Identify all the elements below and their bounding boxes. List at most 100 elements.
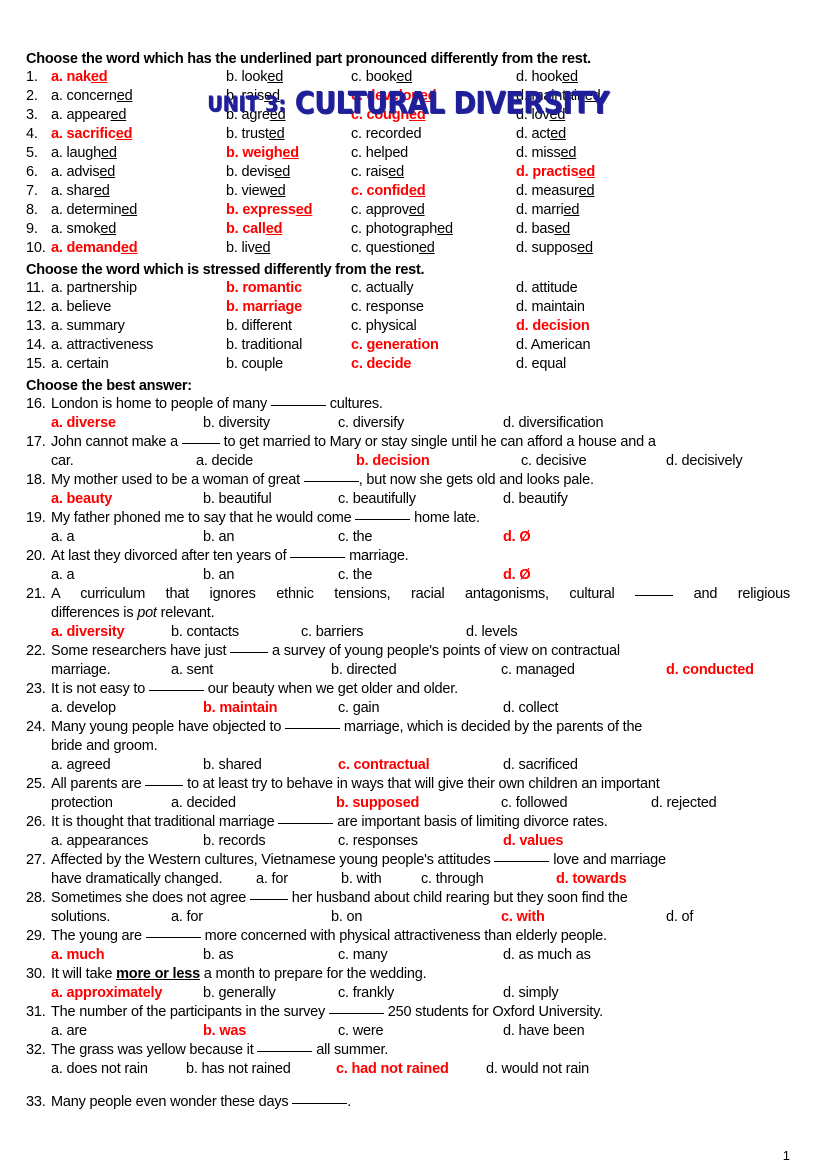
answer-blank[interactable] [494,851,550,862]
option-d[interactable]: d. missed [516,144,790,163]
option-a[interactable]: a. beauty [51,490,203,509]
option-c[interactable]: c. diversify [338,414,503,433]
answer-blank[interactable] [635,585,674,596]
option-b[interactable]: b. viewed [226,182,351,201]
option-d[interactable]: d. rejected [651,794,717,813]
option-b[interactable]: b. devised [226,163,351,182]
option-d[interactable]: d. based [516,220,790,239]
option-a[interactable]: a. believe [51,298,226,317]
option-b[interactable]: b. has not rained [186,1060,336,1079]
option-c[interactable]: c. beautifully [338,490,503,509]
option-d[interactable]: d. beautify [503,490,790,509]
option-c[interactable]: c. through [421,870,556,889]
option-d[interactable]: d. loved [516,106,790,125]
option-a[interactable]: a. approximately [51,984,203,1003]
option-d[interactable]: d. practised [516,163,790,182]
answer-blank[interactable] [249,889,288,900]
option-a[interactable]: a. agreed [51,756,203,775]
answer-blank[interactable] [290,547,346,558]
option-d[interactable]: d. measured [516,182,790,201]
option-c[interactable]: c. barriers [301,623,466,642]
option-d[interactable]: d. diversification [503,414,790,433]
option-a[interactable]: a. concerned [51,87,226,106]
option-d[interactable]: d. Ø [503,566,790,585]
option-b[interactable]: b. weighed [226,144,351,163]
option-d[interactable]: d. acted [516,125,790,144]
option-b[interactable]: b. called [226,220,351,239]
option-a[interactable]: a. appearances [51,832,203,851]
option-a[interactable]: a. determined [51,201,226,220]
option-d[interactable]: d. decision [516,317,790,336]
option-b[interactable]: b. beautiful [203,490,338,509]
answer-blank[interactable] [278,813,334,824]
option-d[interactable]: d. Ø [503,528,790,547]
option-b[interactable]: b. decision [356,452,521,471]
option-a[interactable]: a. certain [51,355,226,374]
answer-blank[interactable] [270,395,326,406]
option-a[interactable]: a. a [51,566,203,585]
option-b[interactable]: b. marriage [226,298,351,317]
option-b[interactable]: b. diversity [203,414,338,433]
option-c[interactable]: c. booked [351,68,516,87]
option-b[interactable]: b. records [203,832,338,851]
option-d[interactable]: d. attitude [516,279,790,298]
option-c[interactable]: c. response [351,298,516,317]
option-d[interactable]: d. decisively [666,452,743,471]
option-c[interactable]: c. actually [351,279,516,298]
option-d[interactable]: d. American [516,336,790,355]
option-c[interactable]: c. many [338,946,503,965]
option-a[interactable]: a. decided [171,794,336,813]
option-d[interactable]: d. supposed [516,239,790,258]
option-b[interactable]: b. trusted [226,125,351,144]
option-c[interactable]: c. with [501,908,666,927]
option-b[interactable]: b. agreed [226,106,351,125]
option-b[interactable]: b. was [203,1022,338,1041]
option-d[interactable]: d. equal [516,355,790,374]
option-b[interactable]: b. traditional [226,336,351,355]
option-a[interactable]: a. does not rain [51,1060,186,1079]
option-c[interactable]: c. were [338,1022,503,1041]
option-c[interactable]: c. generation [351,336,516,355]
option-c[interactable]: c. confided [351,182,516,201]
option-b[interactable]: b. with [341,870,421,889]
option-a[interactable]: a. partnership [51,279,226,298]
option-c[interactable]: c. managed [501,661,666,680]
option-c[interactable]: c. gain [338,699,503,718]
option-b[interactable]: b. an [203,528,338,547]
option-a[interactable]: a. sacrificed [51,125,226,144]
option-c[interactable]: c. contractual [338,756,503,775]
option-a[interactable]: a. are [51,1022,203,1041]
option-a[interactable]: a. diverse [51,414,203,433]
option-b[interactable]: b. different [226,317,351,336]
option-b[interactable]: b. on [331,908,501,927]
option-d[interactable]: d. as much as [503,946,790,965]
option-a[interactable]: a. laughed [51,144,226,163]
option-a[interactable]: a. appeared [51,106,226,125]
option-b[interactable]: b. raised [226,87,351,106]
option-a[interactable]: a. advised [51,163,226,182]
answer-blank[interactable] [148,680,204,691]
option-a[interactable]: a. for [256,870,341,889]
answer-blank[interactable] [328,1003,384,1014]
option-a[interactable]: a. sent [171,661,331,680]
option-d[interactable]: d. levels [466,623,518,642]
option-d[interactable]: d. conducted [666,661,754,680]
option-b[interactable]: b. romantic [226,279,351,298]
option-d[interactable]: d. maintained [516,87,790,106]
option-d[interactable]: d. sacrificed [503,756,790,775]
answer-blank[interactable] [145,775,184,786]
option-c[interactable]: c. decide [351,355,516,374]
option-a[interactable]: a. shared [51,182,226,201]
option-b[interactable]: b. expressed [226,201,351,220]
option-a[interactable]: a. develop [51,699,203,718]
answer-blank[interactable] [230,642,269,653]
option-a[interactable]: a. demanded [51,239,226,258]
option-b[interactable]: b. couple [226,355,351,374]
option-b[interactable]: b. shared [203,756,338,775]
option-d[interactable]: d. would not rain [486,1060,589,1079]
answer-blank[interactable] [355,509,411,520]
option-d[interactable]: d. towards [556,870,627,889]
option-a[interactable]: a. decide [196,452,356,471]
option-b[interactable]: b. supposed [336,794,501,813]
option-d[interactable]: d. married [516,201,790,220]
